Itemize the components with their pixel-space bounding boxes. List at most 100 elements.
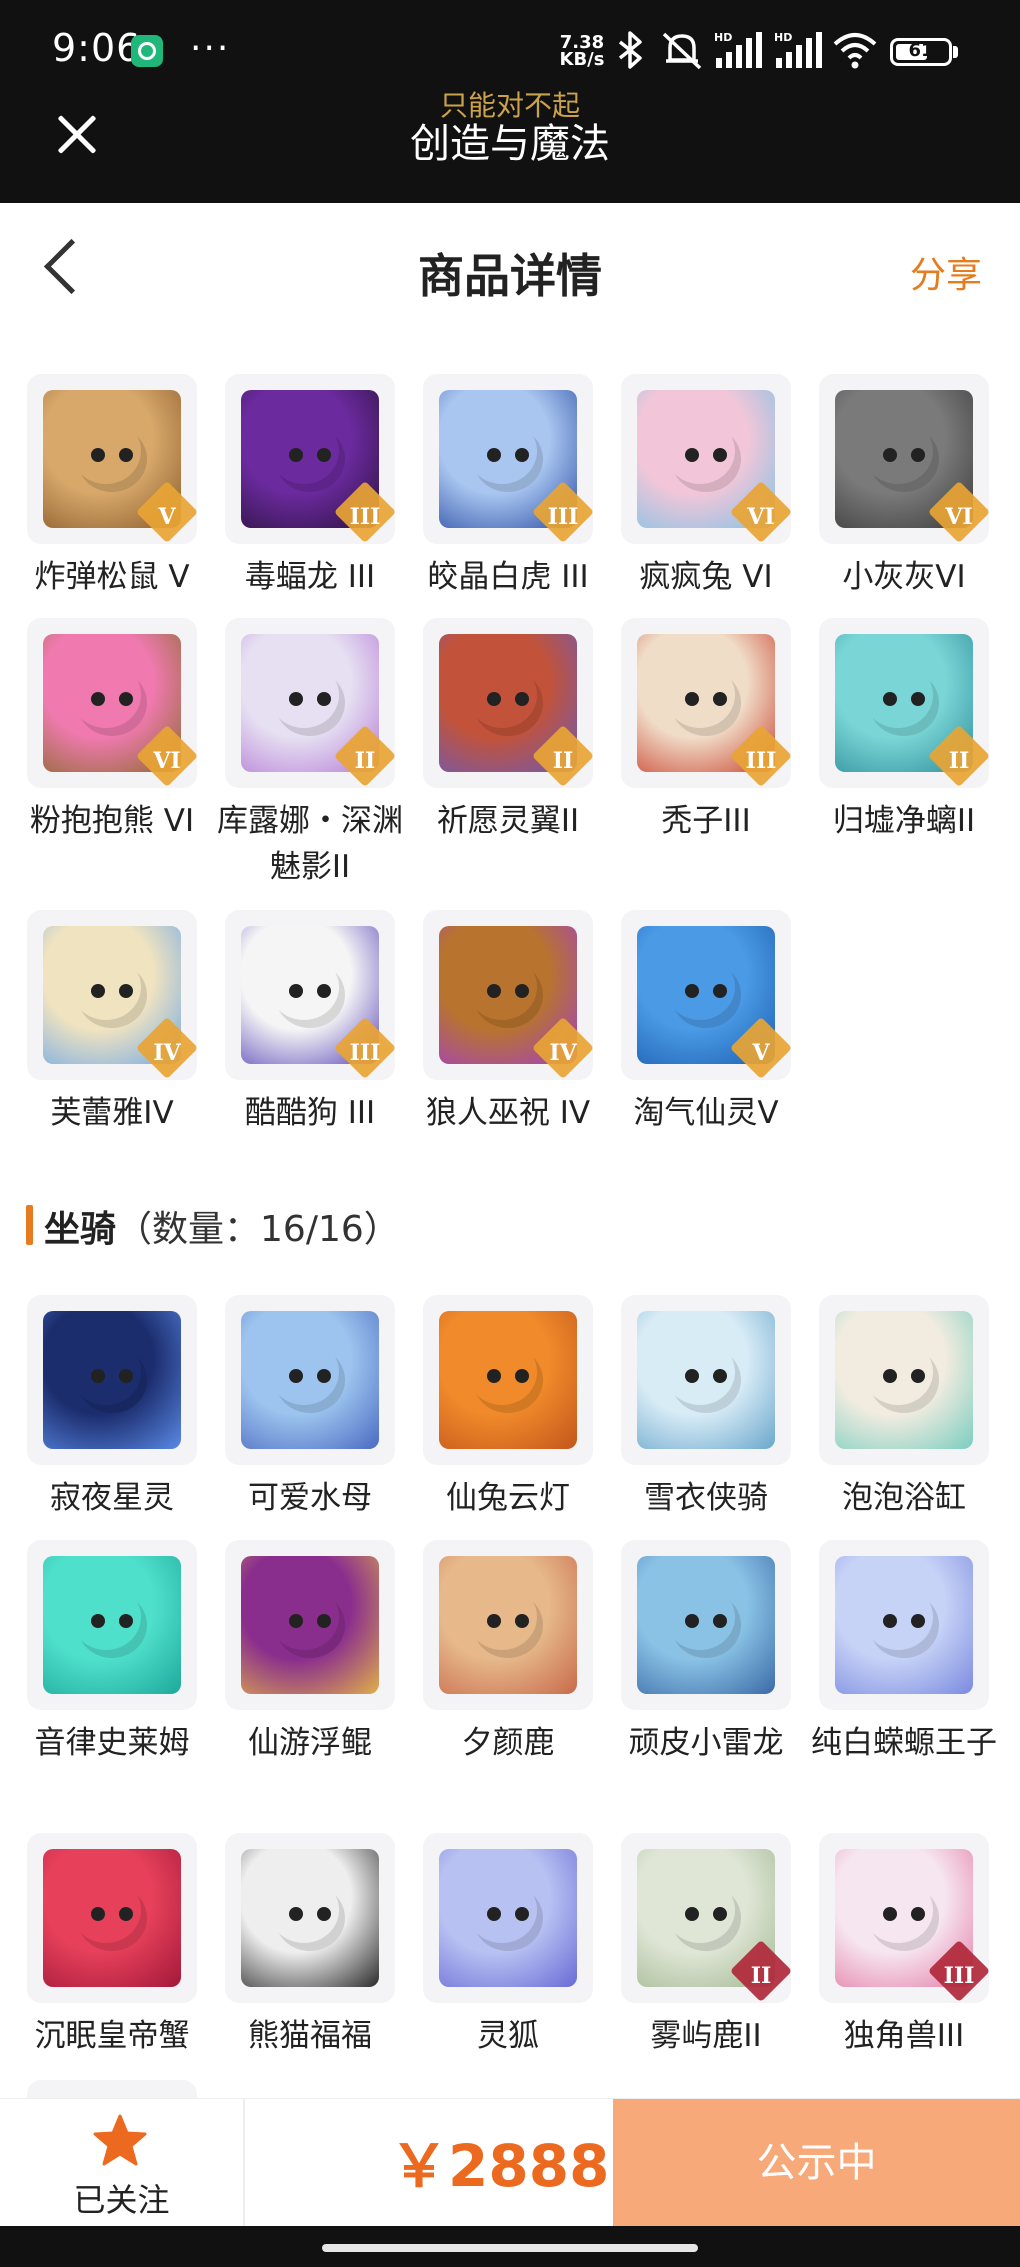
- item-thumbnail: II: [423, 618, 593, 788]
- mounts-grid: 寂夜星灵 可爱水母 仙兔云灯 雪衣侠骑 泡泡浴缸 音律史莱姆 仙游浮鲲 夕颜鹿 顽皮小雷龙 纯白蝾…: [0, 1295, 1020, 2095]
- item-art-figure: [473, 670, 543, 736]
- item-art-eye: [91, 692, 105, 706]
- item-art-figure: [671, 1885, 741, 1951]
- item-name: 归墟净螭II: [832, 803, 976, 839]
- item-name: 顽皮小雷龙: [628, 1725, 784, 1761]
- item-art-eye: [91, 448, 105, 462]
- bottom-action-bar: 已关注 ￥2888 公示中: [0, 2098, 1020, 2227]
- item-art-eye: [713, 692, 727, 706]
- battery-percent: 61: [908, 40, 934, 61]
- item-thumbnail: III: [621, 618, 791, 788]
- item-thumbnail: V: [621, 910, 791, 1080]
- item-name: 熊猫福福: [248, 2018, 372, 2054]
- item-art-figure: [77, 1592, 147, 1658]
- item-thumbnail: [225, 1833, 395, 2003]
- rank-badge-text: III: [943, 1963, 975, 1989]
- item-art-eye: [119, 692, 133, 706]
- item-art-figure: [275, 1592, 345, 1658]
- item-thumbnail: III: [423, 374, 593, 544]
- rank-badge-text: II: [750, 1963, 772, 1989]
- item-name: 狼人巫祝 IV: [425, 1095, 591, 1131]
- item-thumbnail: [423, 1295, 593, 1465]
- item-art-image: [439, 1849, 577, 1987]
- item-art-eye: [289, 448, 303, 462]
- item-art-eye: [119, 1907, 133, 1921]
- home-indicator[interactable]: [322, 2244, 698, 2252]
- item-art-eye: [515, 984, 529, 998]
- item-art-figure: [473, 962, 543, 1028]
- item-art-eye: [911, 448, 925, 462]
- item-art-eye: [515, 692, 529, 706]
- mounts-section-count: （数量：16/16）: [116, 1209, 400, 1250]
- item-art-eye: [317, 1614, 331, 1628]
- rank-badge-text: III: [349, 1040, 381, 1066]
- item-art-eye: [317, 984, 331, 998]
- item-art-figure: [869, 1885, 939, 1951]
- item-art-eye: [119, 1614, 133, 1628]
- item-art-eye: [289, 1907, 303, 1921]
- item-thumbnail: VI: [621, 374, 791, 544]
- item-art-figure: [77, 426, 147, 492]
- net-speed: 7.38 KB/s: [556, 34, 608, 70]
- hd-signal-icon: HD: [774, 31, 822, 68]
- item-art-figure: [671, 426, 741, 492]
- pets-grid: V 炸弹松鼠 V III 毒蝠龙 III III 皎晶白虎 III VI 疯疯兔 VI VI 小灰…: [0, 374, 1020, 1144]
- notification-app-icon: [131, 35, 163, 67]
- item-name: 毒蝠龙 III: [244, 559, 376, 595]
- item-art-eye: [685, 448, 699, 462]
- item-art-eye: [713, 448, 727, 462]
- follow-button[interactable]: 已关注: [0, 2099, 245, 2227]
- share-button[interactable]: 分享: [910, 246, 982, 298]
- item-art-eye: [91, 984, 105, 998]
- item-name: 寂夜星灵: [50, 1480, 174, 1516]
- star-icon: [93, 2114, 147, 2166]
- item-thumbnail: [225, 1540, 395, 1710]
- net-speed-unit: KB/s: [559, 49, 605, 70]
- item-art-eye: [685, 984, 699, 998]
- item-name: 夕颜鹿: [461, 1725, 555, 1761]
- item-art-image: [439, 1311, 577, 1449]
- app-title: 创造与魔法: [410, 121, 610, 167]
- rank-badge-text: VI: [747, 504, 775, 530]
- item-art-eye: [515, 448, 529, 462]
- item-art-eye: [119, 984, 133, 998]
- item-art-figure: [671, 1592, 741, 1658]
- rank-badge-text: III: [745, 748, 777, 774]
- rank-badge-text: IV: [549, 1040, 577, 1066]
- item-art-eye: [911, 1614, 925, 1628]
- item-thumbnail: [27, 1540, 197, 1710]
- svg-text:HD: HD: [774, 31, 792, 44]
- item-art-eye: [883, 448, 897, 462]
- item-art-image: [241, 1849, 379, 1987]
- rank-badge-text: II: [948, 748, 970, 774]
- item-thumbnail: III: [225, 374, 395, 544]
- rank-badge-text: V: [158, 504, 176, 530]
- item-art-figure: [671, 670, 741, 736]
- item-art-eye: [685, 1614, 699, 1628]
- rank-badge-text: VI: [153, 748, 181, 774]
- item-name: 泡泡浴缸: [842, 1480, 966, 1516]
- status-time: 9:06: [52, 26, 142, 70]
- item-thumbnail-partial[interactable]: [27, 2080, 197, 2098]
- item-thumbnail: VI: [819, 374, 989, 544]
- item-name: 库露娜・深渊魅影II: [217, 803, 403, 885]
- item-art-figure: [473, 1885, 543, 1951]
- mounts-section-title: 坐骑: [44, 1209, 117, 1250]
- item-art-figure: [671, 962, 741, 1028]
- item-art-eye: [119, 1369, 133, 1383]
- item-art-eye: [317, 1907, 331, 1921]
- item-name: 芙蕾雅IV: [50, 1095, 174, 1131]
- item-name: 炸弹松鼠 V: [34, 559, 190, 595]
- item-art-figure: [275, 426, 345, 492]
- item-art-eye: [713, 984, 727, 998]
- item-thumbnail: III: [819, 1833, 989, 2003]
- item-thumbnail: [423, 1540, 593, 1710]
- item-art-eye: [487, 1369, 501, 1383]
- item-thumbnail: [621, 1540, 791, 1710]
- item-art-eye: [91, 1369, 105, 1383]
- item-art-eye: [883, 1614, 897, 1628]
- item-art-eye: [289, 1369, 303, 1383]
- item-name: 沉眠皇帝蟹: [34, 2018, 190, 2054]
- public-notice-button[interactable]: 公示中: [613, 2099, 1020, 2227]
- item-art-eye: [289, 1614, 303, 1628]
